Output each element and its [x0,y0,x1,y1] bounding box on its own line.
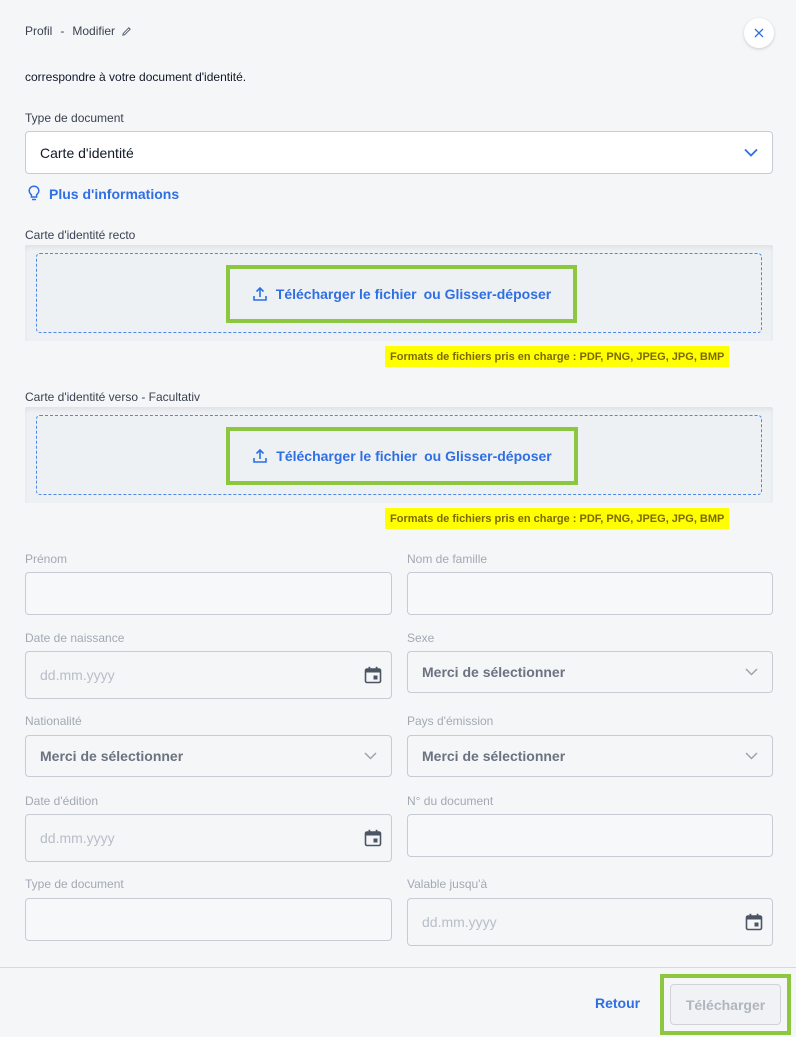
doc-type-label: Type de document [25,877,124,891]
back-drag-text: ou Glisser-déposer [424,448,552,464]
document-number-field[interactable] [407,814,773,857]
calendar-icon[interactable] [364,666,382,684]
calendar-icon[interactable] [364,829,382,847]
sex-value: Merci de sélectionner [422,664,566,680]
birth-date-label: Date de naissance [25,631,125,645]
chevron-down-icon [745,752,758,760]
birth-date-field[interactable]: dd.mm.yyyy [25,651,392,699]
more-info-label: Plus d'informations [49,185,180,202]
upload-icon [252,286,267,301]
issue-date-placeholder: dd.mm.yyyy [40,830,115,846]
issue-date-label: Date d'édition [25,794,99,808]
more-info-link[interactable]: Plus d'informations [28,185,179,202]
valid-until-field[interactable]: dd.mm.yyyy [407,898,773,946]
intro-text: correspondre à votre document d'identité… [25,70,247,84]
document-type-value: Carte d'identité [40,144,134,161]
upload-icon [253,448,268,463]
issuing-country-select[interactable]: Merci de sélectionner [407,735,773,777]
submit-highlight: Télécharger [660,974,791,1035]
breadcrumb-separator: - [60,24,65,38]
back-formats-note: Formats de fichiers pris en charge : PDF… [385,508,730,529]
front-drag-text: ou Glisser-déposer [423,286,552,302]
last-name-field[interactable] [407,572,773,615]
nationality-value: Merci de sélectionner [40,748,184,764]
pencil-icon[interactable] [121,26,132,37]
calendar-icon[interactable] [745,913,763,931]
document-type-label: Type de document [25,111,124,125]
doc-type-field[interactable] [25,898,392,941]
nationality-select[interactable]: Merci de sélectionner [25,735,392,777]
back-upload-text: Télécharger le fichier [276,448,418,464]
document-number-label: N° du document [407,794,494,808]
breadcrumb: Profil - Modifier [25,23,132,39]
front-upload-button[interactable]: Télécharger le fichier ou Glisser-dépose… [226,265,577,323]
breadcrumb-modify: Modifier [72,24,116,38]
issuing-country-label: Pays d'émission [407,714,494,728]
document-type-select[interactable]: Carte d'identité [25,131,773,174]
front-upload-text: Télécharger le fichier [275,286,417,302]
chevron-down-icon [745,668,758,676]
nationality-label: Nationalité [25,714,82,728]
sex-label: Sexe [407,631,435,645]
first-name-field[interactable] [25,572,392,615]
lightbulb-icon [28,185,40,201]
sex-select[interactable]: Merci de sélectionner [407,651,773,693]
close-icon [754,28,764,38]
front-upload-label: Carte d'identité recto [25,228,136,242]
chevron-down-icon [364,752,377,760]
breadcrumb-profile: Profil [25,24,53,38]
submit-button[interactable]: Télécharger [670,984,781,1025]
back-button[interactable]: Retour [595,995,640,1011]
issuing-country-value: Merci de sélectionner [422,748,566,764]
valid-until-label: Valable jusqu'à [407,877,488,891]
front-formats-note: Formats de fichiers pris en charge : PDF… [385,346,730,367]
issue-date-field[interactable]: dd.mm.yyyy [25,814,392,862]
chevron-down-icon [744,148,758,157]
valid-until-placeholder: dd.mm.yyyy [422,914,497,930]
back-upload-label: Carte d'identité verso - Facultativ [25,390,201,404]
back-upload-button[interactable]: Télécharger le fichier ou Glisser-dépose… [226,427,578,485]
close-button[interactable] [744,18,774,48]
first-name-label: Prénom [25,552,68,566]
last-name-label: Nom de famille [407,552,488,566]
birth-date-placeholder: dd.mm.yyyy [40,667,115,683]
